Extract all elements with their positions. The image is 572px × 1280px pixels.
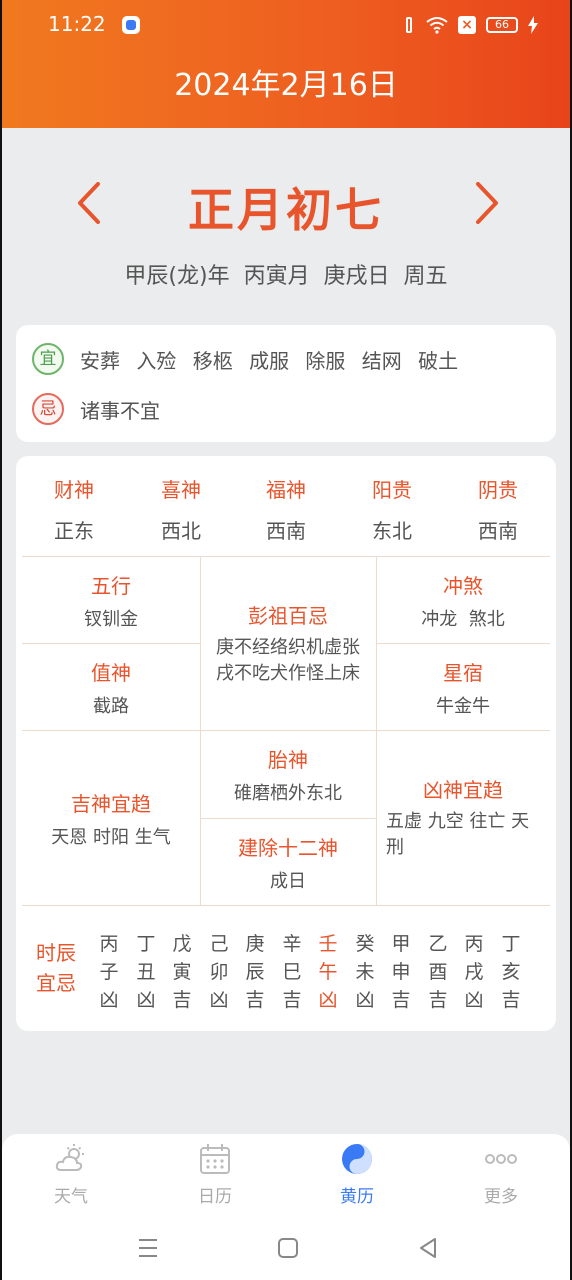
hour-column: 戊寅吉 <box>172 933 192 1011</box>
yi-items: 安葬 入殓 移柩 成服 除服 结网 破土 <box>80 348 459 373</box>
hour-column: 辛巳吉 <box>282 933 302 1011</box>
charging-icon <box>528 16 538 34</box>
nav-more[interactable]: 更多 <box>456 1142 546 1207</box>
nav-almanac[interactable]: 黄历 <box>312 1142 402 1207</box>
divider <box>22 643 200 644</box>
hour-column: 庚辰吉 <box>245 933 265 1011</box>
god-xishen: 喜神 西北 <box>161 478 201 543</box>
back-icon[interactable] <box>414 1234 442 1262</box>
hour-column: 丁亥吉 <box>501 933 521 1011</box>
next-day-chevron-icon[interactable] <box>466 178 506 228</box>
divider <box>22 556 550 557</box>
god-yingui: 阴贵 西南 <box>478 478 518 543</box>
menu-icon[interactable] <box>134 1234 162 1262</box>
chongsha-cell: 冲煞 冲龙 煞北 <box>421 574 505 630</box>
battery-icon: 66 <box>486 17 518 33</box>
ji-row: 忌 诸事不宜 <box>32 389 160 429</box>
yi-ji-card: 宜 安葬 入殓 移柩 成服 除服 结网 破土 忌 诸事不宜 <box>16 325 556 442</box>
screen: 11:22 × 66 2024年2月16日 正月初七 甲辰(龙)年 丙寅月 庚戌… <box>2 0 570 1280</box>
weather-icon <box>55 1144 84 1171</box>
jishen-cell: 吉神宜趋 天恩 时阳 生气 <box>51 792 171 848</box>
wuxing-cell: 五行 钗钏金 <box>84 574 138 630</box>
hour-column: 甲申吉 <box>391 933 411 1011</box>
bottom-nav: 天气 日历 黄历 更多 <box>2 1134 570 1220</box>
home-icon[interactable] <box>274 1234 302 1262</box>
divider <box>22 905 550 906</box>
ganzhi-line: 甲辰(龙)年 丙寅月 庚戌日 周五 <box>124 264 448 289</box>
xiongshen-cell: 凶神宜趋 五虚 九空 往亡 天 刑 <box>386 778 530 858</box>
taishen-cell: 胎神 碓磨栖外东北 <box>234 748 342 804</box>
header: 11:22 × 66 2024年2月16日 <box>2 0 570 128</box>
wifi-icon <box>426 17 448 34</box>
hours-label: 时辰 宜忌 <box>36 941 76 995</box>
jianchu-cell: 建除十二神 成日 <box>238 836 338 892</box>
more-icon <box>485 1154 517 1164</box>
divider <box>22 730 550 731</box>
ji-items: 诸事不宜 <box>80 398 160 423</box>
xingxiu-cell: 星宿 牛金牛 <box>436 661 490 717</box>
gods-directions: 财神 正东 喜神 西北 福神 西南 阳贵 东北 阴贵 西南 <box>16 456 556 556</box>
hour-column: 丁丑凶 <box>136 933 156 1011</box>
header-date[interactable]: 2024年2月16日 <box>2 60 570 104</box>
god-fushen: 福神 西南 <box>266 478 306 543</box>
system-nav-bar <box>2 1220 570 1280</box>
hour-column: 己卯凶 <box>209 933 229 1011</box>
god-yanggui: 阳贵 东北 <box>372 478 412 543</box>
yi-badge: 宜 <box>32 343 64 375</box>
yin-yang-icon <box>342 1144 372 1174</box>
zhishen-cell: 值神 截路 <box>91 661 131 717</box>
nav-weather[interactable]: 天气 <box>26 1142 116 1207</box>
divider <box>376 643 550 644</box>
god-caishen: 财神 正东 <box>54 478 94 543</box>
status-icons: × 66 <box>402 13 538 37</box>
yi-row: 宜 安葬 入殓 移柩 成服 除服 结网 破土 <box>32 339 458 379</box>
hour-column-current: 壬午凶 <box>318 933 338 1011</box>
hour-column: 丙戌凶 <box>464 933 484 1011</box>
status-time: 11:22 <box>48 12 106 36</box>
hour-column: 丙子凶 <box>99 933 119 1011</box>
ji-badge: 忌 <box>32 393 64 425</box>
status-bar: 11:22 × 66 <box>2 0 570 50</box>
vibrate-icon <box>402 15 416 35</box>
almanac-details-card: 财神 正东 喜神 西北 福神 西南 阳贵 东北 阴贵 西南 五行 钗钏金 彭祖百… <box>16 456 556 1031</box>
hour-column: 癸未凶 <box>355 933 375 1011</box>
calendar-icon <box>200 1144 230 1174</box>
hour-column: 乙酉吉 <box>428 933 448 1011</box>
divider <box>200 818 376 819</box>
pengzu-cell: 彭祖百忌 庚不经络织机虚张 戌不吃犬作怪上床 <box>216 604 360 684</box>
hours-section: 时辰 宜忌 丙子凶 丁丑凶 戊寅吉 己卯凶 庚辰吉 辛巳吉 壬午凶 癸未凶 甲申… <box>16 916 556 1026</box>
close-box-icon: × <box>458 16 476 34</box>
nav-calendar[interactable]: 日历 <box>170 1142 260 1207</box>
lunar-row: 正月初七 <box>2 170 570 240</box>
app-notification-icon <box>122 16 140 34</box>
